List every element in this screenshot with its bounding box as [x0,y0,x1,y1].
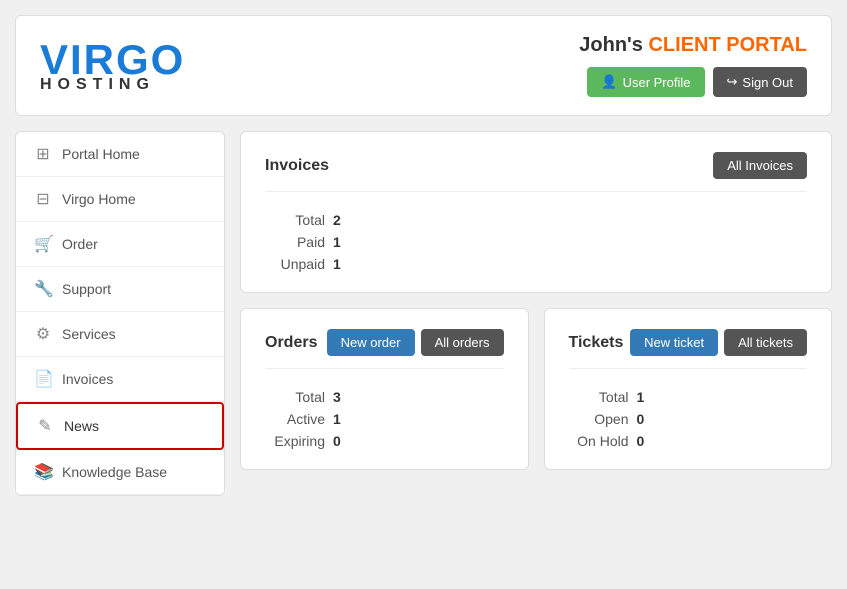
stat-value: 1 [333,256,341,272]
sign-out-button[interactable]: ↪ Sign Out [713,67,808,97]
user-profile-button[interactable]: 👤 User Profile [587,67,704,97]
stat-value: 1 [637,389,645,405]
orders-btn-group: New order All orders [327,329,504,356]
stat-label: Active [265,411,325,427]
all-invoices-button[interactable]: All Invoices [713,152,807,179]
stat-label: Total [265,212,325,228]
logo-hosting: HOSTING [40,77,185,93]
invoices-stats: Total 2 Paid 1 Unpaid 1 [265,204,807,272]
invoices-icon: 📄 [34,369,52,389]
main-layout: ⊞ Portal Home ⊟ Virgo Home 🛒 Order 🔧 Sup… [15,131,832,496]
stat-value: 3 [333,389,341,405]
sidebar-item-services[interactable]: ⚙ Services [16,312,224,357]
sidebar-label-support: Support [62,281,111,297]
sidebar: ⊞ Portal Home ⊟ Virgo Home 🛒 Order 🔧 Sup… [15,131,225,496]
virgo-home-icon: ⊟ [34,189,52,209]
support-icon: 🔧 [34,279,52,299]
portal-title: John's CLIENT PORTAL [579,34,807,57]
sidebar-item-invoices[interactable]: 📄 Invoices [16,357,224,402]
stat-line: Expiring 0 [265,433,504,449]
stat-value: 2 [333,212,341,228]
bottom-cards: Orders New order All orders Total 3 Acti… [240,308,832,470]
tickets-btn-group: New ticket All tickets [630,329,807,356]
sidebar-item-portal-home[interactable]: ⊞ Portal Home [16,132,224,177]
sidebar-label-services: Services [62,326,116,342]
stat-line: Open 0 [569,411,808,427]
stat-value: 0 [637,411,645,427]
stat-line: Active 1 [265,411,504,427]
stat-label: Unpaid [265,256,325,272]
sidebar-item-news[interactable]: ✎ News [16,402,224,450]
new-order-button[interactable]: New order [327,329,415,356]
sidebar-label-portal-home: Portal Home [62,146,140,162]
orders-header: Orders New order All orders [265,329,504,369]
header-right: John's CLIENT PORTAL 👤 User Profile ↪ Si… [579,34,807,97]
sidebar-item-virgo-home[interactable]: ⊟ Virgo Home [16,177,224,222]
stat-line: Unpaid 1 [265,256,807,272]
stat-value: 0 [333,433,341,449]
invoices-card: Invoices All Invoices Total 2 Paid 1 Unp… [240,131,832,293]
stat-line: Paid 1 [265,234,807,250]
greeting-text: John's [579,34,643,56]
orders-card: Orders New order All orders Total 3 Acti… [240,308,529,470]
stat-line: Total 3 [265,389,504,405]
sidebar-label-order: Order [62,236,98,252]
services-icon: ⚙ [34,324,52,344]
all-tickets-button[interactable]: All tickets [724,329,807,356]
tickets-card: Tickets New ticket All tickets Total 1 O… [544,308,833,470]
stat-label: On Hold [569,433,629,449]
stat-line: Total 2 [265,212,807,228]
stat-label: Total [265,389,325,405]
knowledge-base-icon: 📚 [34,462,52,482]
new-ticket-button[interactable]: New ticket [630,329,718,356]
header: VIRGO HOSTING John's CLIENT PORTAL 👤 Use… [15,15,832,116]
order-icon: 🛒 [34,234,52,254]
all-orders-button[interactable]: All orders [421,329,504,356]
sidebar-label-news: News [64,418,99,434]
stat-value: 0 [637,433,645,449]
user-icon: 👤 [601,74,617,90]
portal-label: CLIENT PORTAL [648,34,807,56]
sidebar-label-invoices: Invoices [62,371,113,387]
stat-label: Paid [265,234,325,250]
sidebar-label-virgo-home: Virgo Home [62,191,136,207]
news-icon: ✎ [36,416,54,436]
stat-label: Total [569,389,629,405]
sidebar-item-order[interactable]: 🛒 Order [16,222,224,267]
logo: VIRGO HOSTING [40,39,185,93]
stat-label: Expiring [265,433,325,449]
invoices-header: Invoices All Invoices [265,152,807,192]
portal-home-icon: ⊞ [34,144,52,164]
stat-value: 1 [333,234,341,250]
logo-virgo: VIRGO [40,39,185,81]
stat-value: 1 [333,411,341,427]
orders-stats: Total 3 Active 1 Expiring 0 [265,381,504,449]
sidebar-label-knowledge-base: Knowledge Base [62,464,167,480]
stat-line: Total 1 [569,389,808,405]
content-area: Invoices All Invoices Total 2 Paid 1 Unp… [240,131,832,496]
tickets-stats: Total 1 Open 0 On Hold 0 [569,381,808,449]
stat-label: Open [569,411,629,427]
signout-icon: ↪ [727,74,738,90]
sidebar-item-knowledge-base[interactable]: 📚 Knowledge Base [16,450,224,495]
stat-line: On Hold 0 [569,433,808,449]
tickets-header: Tickets New ticket All tickets [569,329,808,369]
sidebar-item-support[interactable]: 🔧 Support [16,267,224,312]
tickets-title: Tickets [569,334,624,352]
invoices-title: Invoices [265,157,329,175]
orders-title: Orders [265,334,317,352]
